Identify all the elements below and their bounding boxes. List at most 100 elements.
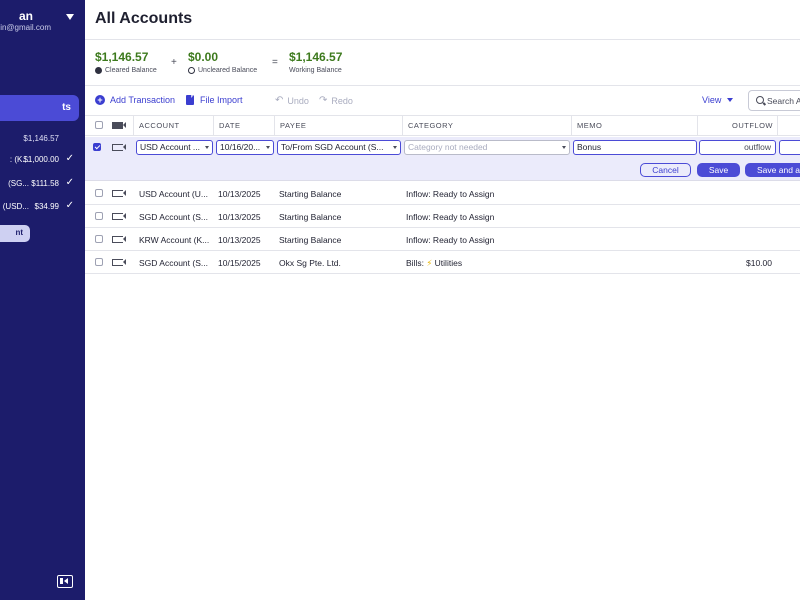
sidebar: an in@gmail.com ts $1,146.57 : (K... $1,… <box>0 0 85 600</box>
redo-icon: ↷ <box>319 95 328 106</box>
add-account-label: nt <box>15 228 23 237</box>
account-balance: $34.99 <box>34 202 59 211</box>
cell-category: Inflow: Ready to Assign <box>406 235 495 245</box>
category-name: Utilities <box>434 258 463 268</box>
flag-icon[interactable] <box>112 144 126 151</box>
collapse-sidebar-icon[interactable] <box>57 575 73 588</box>
memo-input[interactable]: Bonus <box>573 140 697 155</box>
memo-input-value: Bonus <box>577 142 602 152</box>
user-name: an <box>18 9 33 23</box>
account-name: (USD... <box>2 202 29 211</box>
cell-account: USD Account (U... <box>139 189 208 199</box>
cell-payee: Starting Balance <box>279 189 342 199</box>
column-header-category[interactable]: CATEGORY <box>402 116 572 136</box>
save-button[interactable]: Save <box>697 163 740 177</box>
cell-outflow: $10.00 <box>746 258 772 268</box>
account-balance: $1,000.00 <box>23 155 59 164</box>
cleared-balance: $1,146.57 Cleared Balance <box>95 50 157 74</box>
undo-icon: ↶ <box>275 95 284 106</box>
date-input[interactable]: 10/16/20... <box>216 140 274 155</box>
plus-circle-icon: + <box>95 95 105 105</box>
search-input[interactable]: Search A <box>748 90 800 111</box>
payee-select[interactable]: To/From SGD Account (S... <box>277 140 401 155</box>
chevron-down-icon <box>205 146 209 149</box>
file-import-button[interactable]: File Import <box>186 95 243 105</box>
account-select-value: USD Account ... <box>140 142 200 152</box>
cleared-balance-label: Cleared Balance <box>105 67 157 74</box>
row-checkbox[interactable] <box>93 143 101 151</box>
cell-category: Bills: ⚡ Utilities <box>406 258 462 269</box>
category-placeholder: Category not needed <box>408 142 488 152</box>
outflow-input[interactable]: outflow <box>699 140 776 155</box>
uncleared-icon <box>188 67 195 74</box>
category-select[interactable]: Category not needed <box>404 140 570 155</box>
column-header-account[interactable]: ACCOUNT <box>133 116 214 136</box>
flag-icon[interactable] <box>112 259 126 266</box>
cell-account: SGD Account (S... <box>139 258 208 268</box>
user-menu[interactable]: an in@gmail.com <box>0 8 85 36</box>
sidebar-item-all-accounts[interactable]: ts <box>0 95 79 121</box>
flag-icon[interactable] <box>112 190 126 197</box>
table-row[interactable]: USD Account (U... 10/13/2025 Starting Ba… <box>85 182 800 205</box>
redo-button[interactable]: ↷ Redo <box>319 95 353 106</box>
sidebar-account-sgd[interactable]: (SG... $111.58 ✓ <box>0 177 85 192</box>
cell-date: 10/15/2025 <box>218 258 261 268</box>
account-select[interactable]: USD Account ... <box>136 140 213 155</box>
plus-sign: + <box>171 57 177 68</box>
save-and-add-button[interactable]: Save and a <box>745 163 800 177</box>
row-checkbox[interactable] <box>95 189 103 197</box>
working-balance: $1,146.57 Working Balance <box>289 50 342 74</box>
cell-date: 10/13/2025 <box>218 189 261 199</box>
working-balance-label: Working Balance <box>289 67 342 74</box>
row-checkbox[interactable] <box>95 212 103 220</box>
chevron-down-icon[interactable] <box>66 14 74 20</box>
table-row[interactable]: KRW Account (K... 10/13/2025 Starting Ba… <box>85 228 800 251</box>
row-checkbox[interactable] <box>95 258 103 266</box>
column-header-memo[interactable]: MEMO <box>571 116 698 136</box>
search-placeholder: Search A <box>767 96 800 106</box>
flag-icon[interactable] <box>112 236 126 243</box>
main-panel: All Accounts $1,146.57 Cleared Balance +… <box>85 0 800 600</box>
view-menu-button[interactable]: View <box>702 95 734 105</box>
cell-payee: Starting Balance <box>279 235 342 245</box>
uncleared-balance-label: Uncleared Balance <box>198 67 258 74</box>
add-account-button[interactable]: nt <box>0 225 30 242</box>
cell-payee: Starting Balance <box>279 212 342 222</box>
flag-icon[interactable] <box>112 213 126 220</box>
table-row[interactable]: SGD Account (S... 10/15/2025 Okx Sg Pte.… <box>85 251 800 274</box>
payee-select-value: To/From SGD Account (S... <box>281 142 384 152</box>
user-email: in@gmail.com <box>0 23 51 32</box>
cell-date: 10/13/2025 <box>218 212 261 222</box>
column-header-extra <box>777 116 800 136</box>
cleared-balance-value: $1,146.57 <box>95 50 149 64</box>
chevron-down-icon <box>727 98 734 102</box>
column-header-date[interactable]: DATE <box>213 116 275 136</box>
row-checkbox[interactable] <box>95 235 103 243</box>
inflow-input[interactable] <box>779 140 800 155</box>
undo-button[interactable]: ↶ Undo <box>275 95 309 106</box>
cancel-button[interactable]: Cancel <box>640 163 691 177</box>
search-icon <box>756 96 764 104</box>
sidebar-account-usd[interactable]: (USD... $34.99 ✓ <box>0 200 85 215</box>
select-all-checkbox[interactable] <box>95 121 103 129</box>
chevron-down-icon <box>562 146 566 149</box>
check-icon: ✓ <box>65 177 74 188</box>
cleared-icon <box>95 67 102 74</box>
lightning-icon: ⚡ <box>426 258 433 268</box>
chevron-down-icon <box>266 146 270 149</box>
sidebar-item-label: ts <box>62 102 71 113</box>
date-input-value: 10/16/20... <box>220 142 261 152</box>
file-icon <box>186 95 194 105</box>
cell-payee: Okx Sg Pte. Ltd. <box>279 258 341 268</box>
category-group: Bills: <box>406 258 424 268</box>
working-balance-value: $1,146.57 <box>289 50 343 64</box>
add-transaction-button[interactable]: + Add Transaction <box>95 95 175 105</box>
toolbar: + Add Transaction File Import ↶ Undo ↷ R… <box>85 88 800 114</box>
column-header-outflow[interactable]: OUTFLOW <box>697 116 778 136</box>
redo-label: Redo <box>331 95 353 106</box>
column-header-payee[interactable]: PAYEE <box>274 116 403 136</box>
flag-icon[interactable] <box>112 122 126 129</box>
sidebar-account-krw[interactable]: : (K... $1,000.00 ✓ <box>0 153 85 168</box>
cell-category: Inflow: Ready to Assign <box>406 189 495 199</box>
table-row[interactable]: SGD Account (S... 10/13/2025 Starting Ba… <box>85 205 800 228</box>
